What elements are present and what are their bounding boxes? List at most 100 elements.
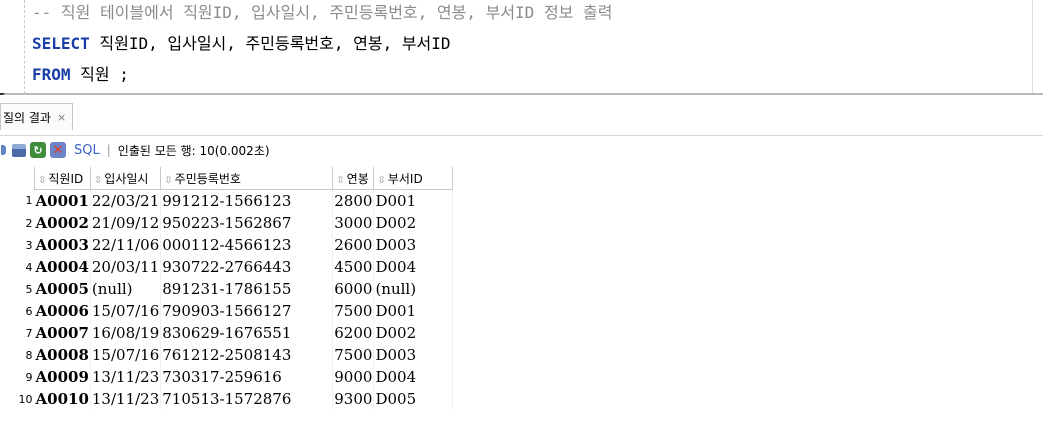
cell-hire-date[interactable]: 15/07/16 [90, 300, 162, 322]
cell-dept-id[interactable]: D004 [373, 256, 454, 278]
cell-rrn[interactable]: 930722-2766443 [160, 256, 334, 278]
table-row[interactable]: 7 A0007 16/08/19 830629-1676551 6200 D002 [0, 322, 454, 344]
result-toolbar: ↻ ✕ SQL | 인출된 모든 행: 10(0.002초) [0, 136, 1043, 164]
table-row[interactable]: 3 A0003 22/11/06 000112-4566123 2600 D003 [0, 234, 454, 256]
table-row[interactable]: 1 A0001 22/03/21 991212-1566123 2800 D001 [0, 189, 454, 212]
cell-emp-id[interactable]: A0006 [34, 300, 91, 322]
cell-emp-id[interactable]: A0003 [34, 234, 91, 256]
sort-icon: ⇳ [336, 174, 345, 186]
print-icon[interactable] [12, 143, 26, 157]
cell-salary[interactable]: 7500 [332, 344, 375, 366]
cell-dept-id[interactable]: D001 [373, 300, 454, 322]
column-header-dept-id[interactable]: ⇳ 부서ID [373, 167, 454, 190]
sql-button[interactable]: SQL [74, 143, 100, 158]
sort-icon: ⇳ [164, 174, 173, 186]
cell-dept-id[interactable]: (null) [373, 278, 454, 300]
cell-emp-id[interactable]: A0008 [34, 344, 91, 366]
cell-emp-id[interactable]: A0007 [34, 322, 91, 344]
pin-icon[interactable] [0, 142, 6, 158]
table-row[interactable]: 9 A0009 13/11/23 730317-259616 9000 D004 [0, 366, 454, 388]
select-keyword: SELECT [32, 34, 90, 53]
row-number: 2 [25, 216, 33, 230]
cell-emp-id[interactable]: A0010 [34, 388, 91, 410]
sql-editor[interactable]: -- 직원 테이블에서 직원ID, 입사일시, 주민등록번호, 연봉, 부서ID… [0, 0, 1043, 94]
column-header-hire-date[interactable]: ⇳ 입사일시 [89, 167, 162, 190]
cell-rrn[interactable]: 991212-1566123 [160, 189, 334, 212]
refresh-icon[interactable]: ↻ [30, 142, 46, 158]
table-row[interactable]: 2 A0002 21/09/12 950223-1562867 3000 D002 [0, 212, 454, 234]
cell-rrn[interactable]: 950223-1562867 [160, 212, 334, 234]
sort-icon: ⇳ [38, 174, 47, 186]
fetch-status: 인출된 모든 행: 10(0.002초) [117, 143, 270, 158]
row-number: 1 [25, 194, 33, 208]
tab-query-result[interactable]: 질의 결과 × [0, 103, 74, 130]
column-header-rrn[interactable]: ⇳ 주민등록번호 [160, 167, 334, 190]
close-icon[interactable]: × [57, 111, 66, 124]
grid-header-row: ⇳ 직원ID ⇳ 입사일시 ⇳ 주민등록번호 ⇳ 연봉 ⇳ 부서ID [0, 167, 454, 190]
cell-hire-date[interactable]: 16/08/19 [90, 322, 162, 344]
sql-from-line: FROM 직원 ; [32, 62, 129, 88]
cell-emp-id[interactable]: A0005 [34, 278, 91, 300]
row-number: 4 [25, 260, 33, 274]
cell-salary[interactable]: 6200 [332, 322, 375, 344]
cell-salary[interactable]: 3000 [332, 212, 375, 234]
editor-gutter [24, 0, 25, 94]
toolbar-separator: | [106, 143, 111, 157]
cell-rrn[interactable]: 000112-4566123 [160, 234, 334, 256]
cell-salary[interactable]: 2800 [332, 189, 375, 212]
cell-salary[interactable]: 9000 [332, 366, 375, 388]
cell-hire-date[interactable]: 20/03/11 [90, 256, 162, 278]
table-row[interactable]: 4 A0004 20/03/11 930722-2766443 4500 D004 [0, 256, 454, 278]
table-row[interactable]: 6 A0006 15/07/16 790903-1566127 7500 D001 [0, 300, 454, 322]
table-row[interactable]: 5 A0005 (null) 891231-1786155 6000 (null) [0, 278, 454, 300]
cell-emp-id[interactable]: A0009 [34, 366, 91, 388]
sql-select-line: SELECT 직원ID, 입사일시, 주민등록번호, 연봉, 부서ID [32, 31, 451, 57]
select-columns: 직원ID, 입사일시, 주민등록번호, 연봉, 부서ID [89, 34, 451, 53]
sort-icon: ⇳ [377, 174, 386, 186]
cell-hire-date[interactable]: 22/03/21 [90, 189, 162, 212]
cell-salary[interactable]: 2600 [332, 234, 375, 256]
column-header-salary[interactable]: ⇳ 연봉 [332, 167, 375, 190]
table-row[interactable]: 8 A0008 15/07/16 761212-2508143 7500 D003 [0, 344, 454, 366]
cancel-icon[interactable]: ✕ [50, 142, 66, 158]
tab-query-result-label: 질의 결과 [3, 110, 51, 125]
rownum-header [0, 167, 35, 190]
sql-comment-line: -- 직원 테이블에서 직원ID, 입사일시, 주민등록번호, 연봉, 부서ID… [32, 3, 613, 22]
result-tabbar: 질의 결과 × [0, 95, 1043, 136]
cell-hire-date[interactable]: (null) [90, 278, 162, 300]
cell-salary[interactable]: 9300 [332, 388, 375, 410]
cell-dept-id[interactable]: D002 [373, 322, 454, 344]
cell-emp-id[interactable]: A0004 [34, 256, 91, 278]
cell-hire-date[interactable]: 22/11/06 [90, 234, 162, 256]
column-header-emp-id[interactable]: ⇳ 직원ID [34, 167, 91, 190]
cell-rrn[interactable]: 790903-1566127 [160, 300, 334, 322]
editor-scroll-edge [1032, 0, 1033, 94]
cell-dept-id[interactable]: D004 [373, 366, 454, 388]
cell-dept-id[interactable]: D001 [373, 189, 454, 212]
result-grid[interactable]: ⇳ 직원ID ⇳ 입사일시 ⇳ 주민등록번호 ⇳ 연봉 ⇳ 부서ID 1 A0001 22/0… [0, 167, 454, 410]
cell-rrn[interactable]: 710513-1572876 [160, 388, 334, 410]
cell-rrn[interactable]: 830629-1676551 [160, 322, 334, 344]
from-keyword: FROM [32, 65, 71, 84]
cell-dept-id[interactable]: D003 [373, 234, 454, 256]
row-number: 10 [18, 392, 33, 406]
row-number: 7 [25, 326, 33, 340]
cell-hire-date[interactable]: 21/09/12 [90, 212, 162, 234]
cell-rrn[interactable]: 730317-259616 [160, 366, 334, 388]
cell-salary[interactable]: 4500 [332, 256, 375, 278]
row-number: 8 [25, 348, 33, 362]
table-row[interactable]: 10 A0010 13/11/23 710513-1572876 9300 D005 [0, 388, 454, 410]
cell-rrn[interactable]: 761212-2508143 [160, 344, 334, 366]
cell-hire-date[interactable]: 15/07/16 [90, 344, 162, 366]
cell-dept-id[interactable]: D003 [373, 344, 454, 366]
cell-emp-id[interactable]: A0002 [34, 212, 91, 234]
cell-salary[interactable]: 7500 [332, 300, 375, 322]
cell-dept-id[interactable]: D002 [373, 212, 454, 234]
from-table: 직원 ; [70, 65, 129, 84]
cell-hire-date[interactable]: 13/11/23 [90, 366, 162, 388]
cell-dept-id[interactable]: D005 [373, 388, 454, 410]
cell-rrn[interactable]: 891231-1786155 [160, 278, 334, 300]
cell-emp-id[interactable]: A0001 [34, 189, 91, 212]
cell-salary[interactable]: 6000 [332, 278, 375, 300]
cell-hire-date[interactable]: 13/11/23 [90, 388, 162, 410]
